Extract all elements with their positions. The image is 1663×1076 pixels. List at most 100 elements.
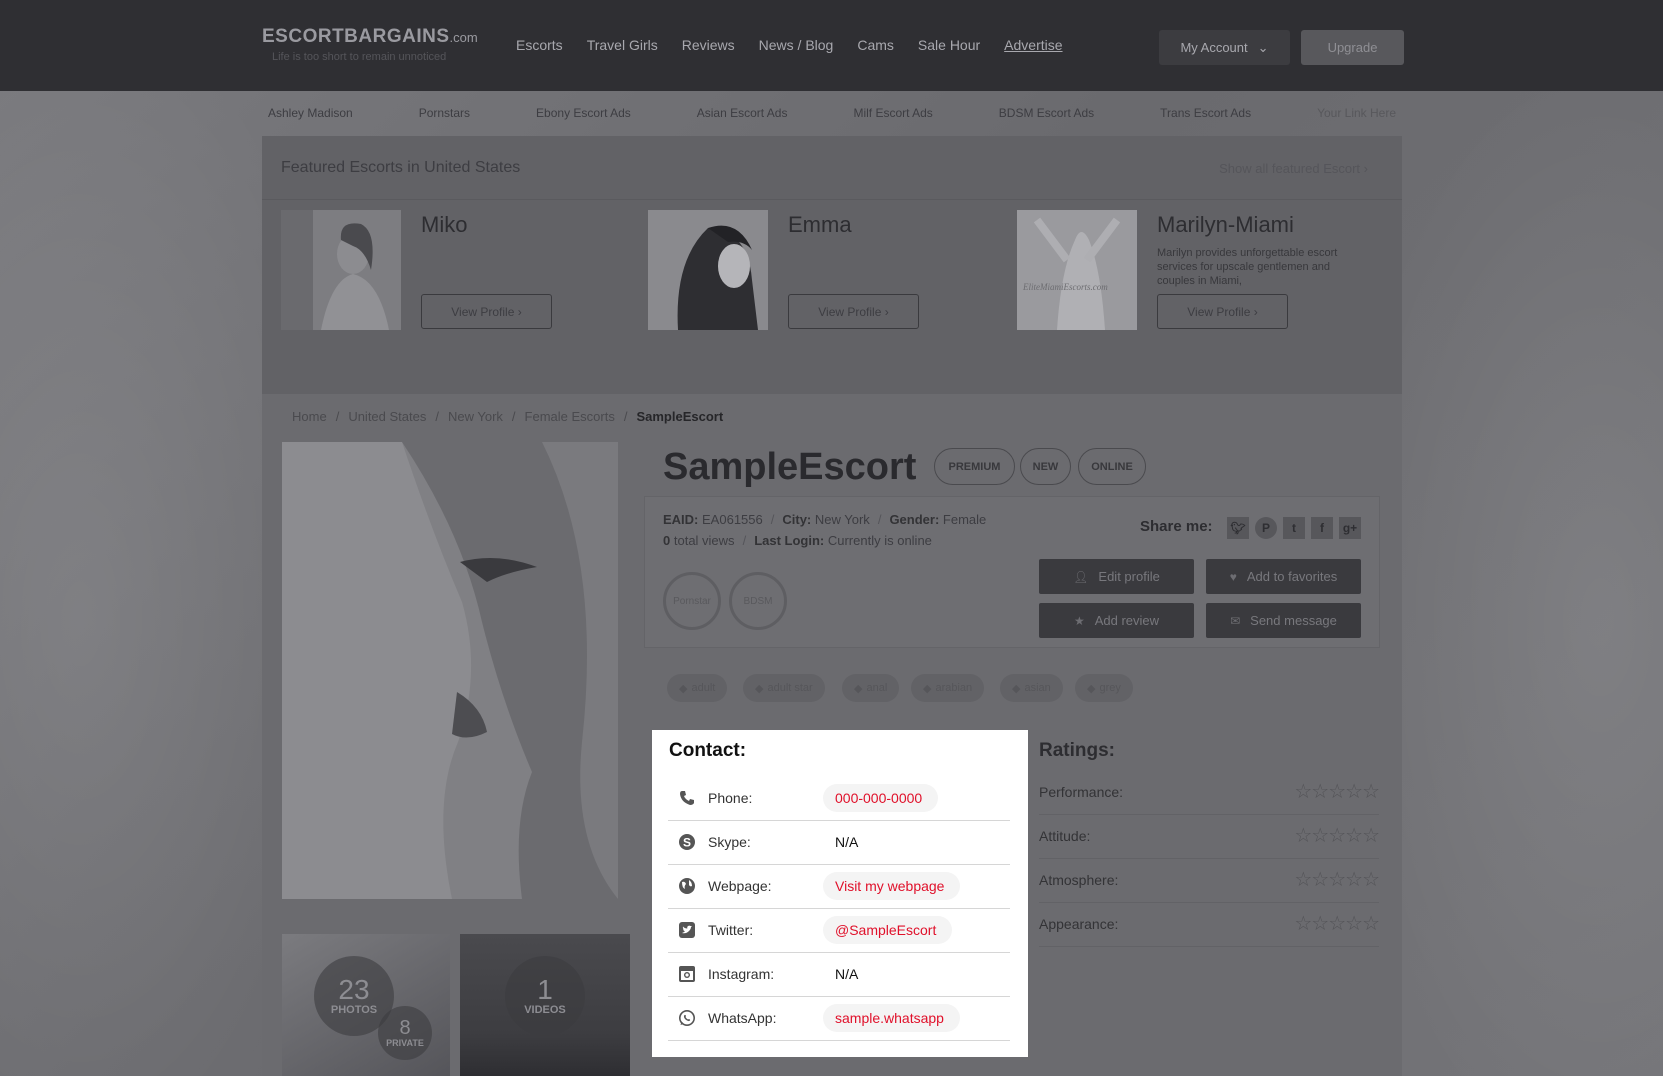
city-value: New York [814,512,870,527]
logo-main: ESCORTBARGAINS [262,26,450,47]
skype-label: Skype: [708,834,751,850]
tag-pill[interactable]: ◆ asian [1000,674,1063,702]
webpage-value[interactable]: Visit my webpage [823,872,961,900]
view-profile-button[interactable]: View Profile › [788,294,919,329]
nav-news-blog[interactable]: News / Blog [759,37,834,53]
share-label: Share me: [1140,518,1213,535]
featured-card: EliteMiamiEscorts.com Marilyn-Miami Mari… [1017,210,1362,330]
breadcrumb-home[interactable]: Home [292,409,327,424]
nav-advertise[interactable]: Advertise [1004,37,1062,53]
tumblr-icon[interactable]: t [1283,517,1305,539]
nav-cams[interactable]: Cams [857,37,894,53]
featured-name[interactable]: Emma [788,212,852,238]
breadcrumb-current: SampleEscort [636,409,724,424]
pinterest-icon[interactable]: P [1255,517,1277,539]
breadcrumb-category[interactable]: Female Escorts [525,409,615,424]
upgrade-button[interactable]: Upgrade [1301,30,1404,65]
site-logo[interactable]: ESCORTBARGAINS.com Life is too short to … [262,26,478,63]
subnav-trans[interactable]: Trans Escort Ads [1160,106,1251,120]
skype-value: N/A [835,834,859,850]
whatsapp-label: WhatsApp: [708,1010,777,1026]
show-all-label: Show all featured Escort [1219,161,1361,176]
videos-thumbnail[interactable]: 1 VIDEOS [460,934,630,1076]
tag-pill[interactable]: ◆ adult star [743,674,825,702]
whatsapp-value[interactable]: sample.whatsapp [823,1004,960,1032]
twitter-value[interactable]: @SampleEscort [823,916,953,944]
tag-pill[interactable]: ◆ adult [667,674,728,702]
phone-icon [678,789,696,807]
nav-reviews[interactable]: Reviews [682,37,735,53]
subnav-milf[interactable]: Milf Escort Ads [853,106,932,120]
tag-icon: ◆ [679,682,688,695]
tag-pill[interactable]: ◆ grey [1075,674,1133,702]
nav-sale-hour[interactable]: Sale Hour [918,37,980,53]
contact-title: Contact: [669,740,747,761]
featured-photo[interactable] [281,210,401,330]
featured-name[interactable]: Miko [421,212,467,238]
city-label: City: [782,512,812,527]
contact-row-phone: Phone: 000-000-0000 [668,777,1010,821]
profile-main-photo[interactable] [282,442,618,899]
view-profile-button[interactable]: View Profile › [1157,294,1288,329]
rating-row-attitude: Attitude: ☆☆☆☆☆ [1039,815,1380,859]
subnav-ashley-madison[interactable]: Ashley Madison [268,106,353,120]
featured-name[interactable]: Marilyn-Miami [1157,212,1294,238]
twitter-label: Twitter: [708,922,754,938]
contact-box: Contact: Phone: 000-000-0000 S Skype: N/… [652,730,1028,1057]
contact-row-webpage: Webpage: Visit my webpage [668,865,1010,909]
category-pornstar[interactable]: Pornstar [663,572,721,630]
views-count: 0 [663,533,671,548]
subnav-ebony[interactable]: Ebony Escort Ads [536,106,631,120]
private-label: PRIVATE [386,1038,424,1048]
star-rating-icon[interactable]: ☆☆☆☆☆ [1294,867,1380,892]
rating-label: Atmosphere: [1039,872,1119,888]
main-nav: Escorts Travel Girls Reviews News / Blog… [516,37,1063,53]
add-review-label: Add review [1094,613,1160,628]
chevron-right-icon: › [1363,161,1368,176]
my-account-button[interactable]: My Account ⌄ [1159,30,1290,65]
add-to-favorites-button[interactable]: ♥ Add to favorites [1206,559,1361,594]
tag-pill[interactable]: ◆ arabian [911,674,985,702]
svg-text:S: S [683,836,691,850]
star-rating-icon[interactable]: ☆☆☆☆☆ [1294,823,1380,848]
contact-row-instagram: Instagram: N/A [668,953,1010,997]
facebook-icon[interactable]: f [1311,517,1333,539]
my-account-label: My Account [1180,40,1248,55]
videos-count-circle: 1 VIDEOS [505,956,585,1036]
rating-label: Attitude: [1039,828,1091,844]
featured-title: Featured Escorts in United States [281,159,521,176]
subnav-bdsm[interactable]: BDSM Escort Ads [999,106,1094,120]
nav-travel-girls[interactable]: Travel Girls [587,37,658,53]
send-message-button[interactable]: ✉ Send message [1206,603,1361,638]
featured-description: Marilyn provides unforgettable escort se… [1157,247,1338,287]
add-review-button[interactable]: ★ Add review [1039,603,1194,638]
category-bdsm[interactable]: BDSM [729,572,787,630]
edit-profile-button[interactable]: 👤︎ Edit profile [1039,559,1194,594]
google-plus-icon[interactable]: g+ [1339,517,1361,539]
view-profile-button[interactable]: View Profile › [421,294,552,329]
breadcrumb-city[interactable]: New York [448,409,503,424]
views-label: total views [673,533,735,548]
twitter-icon[interactable]: 🐦︎ [1227,517,1249,539]
subnav-asian[interactable]: Asian Escort Ads [697,106,788,120]
show-all-featured-link[interactable]: Show all featured Escort › [1219,161,1368,176]
private-count: 8 [399,1017,411,1039]
featured-photo[interactable] [648,210,768,330]
phone-value[interactable]: 000-000-0000 [823,784,939,812]
star-rating-icon[interactable]: ☆☆☆☆☆ [1294,911,1380,936]
featured-card: Emma View Profile › [648,210,993,330]
star-rating-icon[interactable]: ☆☆☆☆☆ [1294,779,1380,804]
subnav-pornstars[interactable]: Pornstars [419,106,470,120]
subnav-your-link[interactable]: Your Link Here [1317,106,1396,120]
instagram-value: N/A [835,966,859,982]
featured-photo[interactable]: EliteMiamiEscorts.com [1017,210,1137,330]
breadcrumb-country[interactable]: United States [348,409,426,424]
featured-escorts-panel: Featured Escorts in United States Show a… [262,136,1402,394]
instagram-icon [678,965,696,983]
photos-thumbnail[interactable]: 23 PHOTOS 8 PRIVATE [282,934,450,1076]
nav-escorts[interactable]: Escorts [516,37,563,53]
rating-row-appearance: Appearance: ☆☆☆☆☆ [1039,903,1380,947]
envelope-icon: ✉ [1230,613,1241,628]
tag-pill[interactable]: ◆ anal [842,674,900,702]
rating-label: Appearance: [1039,916,1119,932]
